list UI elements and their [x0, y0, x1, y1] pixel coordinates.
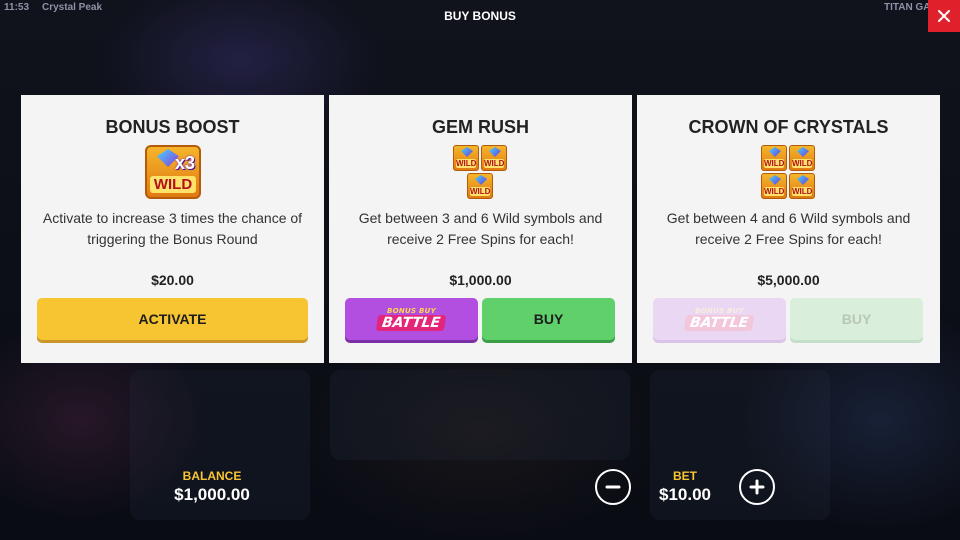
gem-icon [489, 147, 501, 157]
x3-multiplier-label: x3 [174, 153, 195, 173]
wild-label: WILD [764, 159, 785, 168]
bonus-card-gem-rush: GEM RUSH WILD WILD WILD Get between 3 an… [329, 95, 632, 363]
wild-tile: WILD [481, 145, 507, 171]
bet-value: $10.00 [659, 485, 711, 504]
card-description: Activate to increase 3 times the chance … [42, 210, 303, 247]
bonus-buy-battle-button[interactable]: BONUS BUY BATTLE [653, 298, 786, 340]
decrease-bet-button[interactable] [595, 469, 631, 505]
bonus-buy-battle-logo: BONUS BUY BATTLE [684, 306, 755, 331]
bonus-card-crown-of-crystals: CROWN OF CRYSTALS WILD WILD WILD WILD Ge… [637, 95, 940, 363]
battle-logo-small-text: BONUS BUY [694, 306, 745, 315]
bonus-card-bonus-boost: BONUS BOOST x3 WILD Activate to increase… [21, 95, 324, 363]
wild-label: WILD [456, 159, 477, 168]
battle-logo-big-text: BATTLE [376, 314, 447, 331]
card-price: $5,000.00 [757, 272, 820, 288]
bonus-buy-battle-logo: BONUS BUY BATTLE [376, 306, 447, 331]
screen-title: BUY BONUS [444, 9, 516, 23]
three-wilds-icon: WILD WILD WILD [329, 145, 632, 201]
wild-label: WILD [470, 187, 491, 196]
plus-icon [749, 479, 765, 495]
bet-label: BET [673, 469, 697, 483]
balance-label: BALANCE [182, 469, 242, 483]
battle-logo-small-text: BONUS BUY [386, 306, 437, 315]
card-description: Get between 3 and 6 Wild symbols and rec… [358, 210, 603, 247]
top-bar: 11:53 Crystal Peak BUY BONUS TITAN GA [0, 0, 960, 32]
balance-value: $1,000.00 [174, 485, 250, 504]
wild-tile: WILD [467, 173, 493, 199]
reel-hint [330, 370, 630, 460]
wild-tile: WILD [453, 145, 479, 171]
wild-label: WILD [150, 176, 196, 193]
wild-label: WILD [792, 187, 813, 196]
wild-tile: WILD [789, 173, 815, 199]
card-title: CROWN OF CRYSTALS [688, 117, 889, 137]
brand-name: TITAN GA [884, 2, 928, 13]
gem-icon [797, 147, 809, 157]
buy-button[interactable]: BUY [482, 298, 615, 340]
four-wilds-icon: WILD WILD WILD WILD [637, 145, 940, 201]
wild-tile: WILD [789, 145, 815, 171]
battle-logo-big-text: BATTLE [684, 314, 755, 331]
card-title: BONUS BOOST [105, 117, 240, 137]
wild-tile: WILD [761, 145, 787, 171]
minus-icon [605, 485, 621, 489]
wild-tile: WILD [761, 173, 787, 199]
wild-label: WILD [484, 159, 505, 168]
buy-button[interactable]: BUY [790, 298, 923, 340]
x3-wild-icon: x3 WILD [21, 145, 324, 201]
activate-button[interactable]: ACTIVATE [37, 298, 308, 340]
wild-label: WILD [792, 159, 813, 168]
gem-icon [475, 175, 487, 185]
close-button[interactable] [928, 0, 960, 32]
gem-icon [769, 175, 781, 185]
wild-label: WILD [764, 187, 785, 196]
increase-bet-button[interactable] [739, 469, 775, 505]
gem-icon [797, 175, 809, 185]
close-icon [938, 10, 950, 22]
gem-icon [461, 147, 473, 157]
card-price: $1,000.00 [449, 272, 512, 288]
card-description: Get between 4 and 6 Wild symbols and rec… [666, 210, 911, 247]
bonus-buy-battle-button[interactable]: BONUS BUY BATTLE [345, 298, 478, 340]
card-title: GEM RUSH [431, 117, 529, 137]
card-price: $20.00 [151, 272, 194, 288]
gem-icon [769, 147, 781, 157]
x3-wild-tile: x3 WILD [145, 145, 201, 199]
